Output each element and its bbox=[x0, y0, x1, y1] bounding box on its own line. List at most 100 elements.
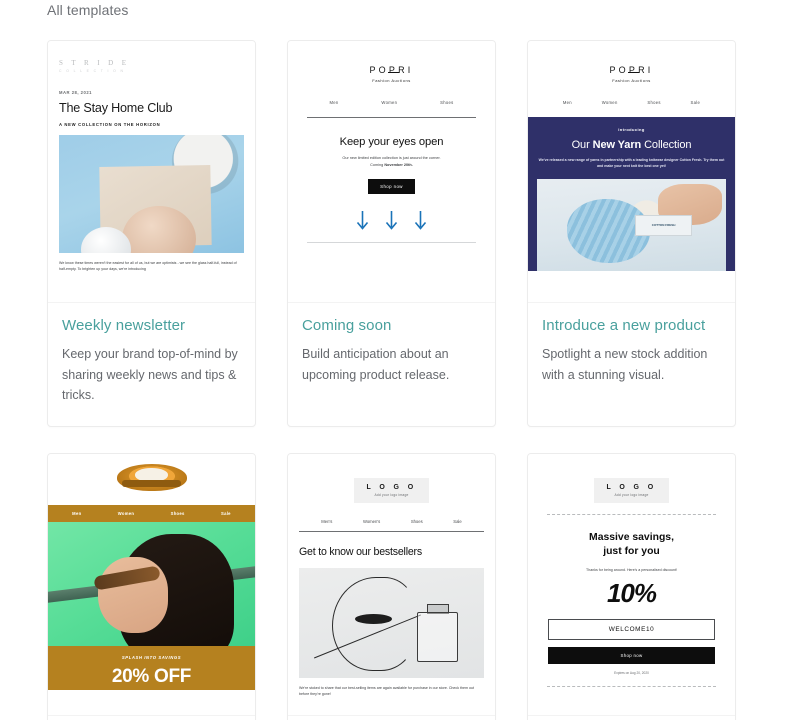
email-hero-image: COTTON FRESH bbox=[537, 178, 726, 271]
yarn-label: COTTON FRESH bbox=[635, 215, 692, 236]
divider bbox=[307, 117, 476, 118]
template-meta: Offer a discount code bbox=[528, 716, 735, 720]
email-nav-item: Women bbox=[117, 510, 135, 516]
arrow-down-icon bbox=[414, 211, 427, 230]
template-preview[interactable]: L O G O Add your logo image Men's Women'… bbox=[288, 453, 495, 716]
arrow-down-icon bbox=[356, 211, 369, 230]
template-title[interactable]: Coming soon bbox=[302, 317, 481, 334]
template-card-showcase-best-sellers[interactable]: L O G O Add your logo image Men's Women'… bbox=[287, 452, 496, 720]
email-paragraph: We're stoked to share that our best-sell… bbox=[299, 685, 475, 697]
email-body: POPRI Fashion Auctions Men Women Shoes S… bbox=[528, 41, 735, 105]
email-nav-item: Sale bbox=[221, 510, 231, 516]
email-hero-banner: Introducing Our New Yarn Collection We'v… bbox=[528, 117, 735, 271]
email-kicker: A NEW COLLECTION ON THE HORIZON bbox=[59, 122, 161, 127]
arrow-group bbox=[299, 210, 484, 230]
brand-logo bbox=[48, 454, 255, 505]
banner-kicker: Introducing bbox=[618, 127, 645, 132]
discount-code-box: WELCOME10 bbox=[548, 618, 715, 640]
email-headline: Get to know our bestsellers bbox=[299, 545, 422, 558]
banner-discount: 20% OFF bbox=[111, 665, 192, 687]
email-hero-image bbox=[299, 567, 484, 678]
template-preview[interactable]: POPRI Fashion Auctions Men Women Shoes K… bbox=[288, 41, 495, 303]
banner-paragraph: We've released a new range of yarns in p… bbox=[538, 158, 725, 169]
brand-logo: POPRI bbox=[369, 65, 414, 75]
email-hero-image bbox=[59, 135, 244, 253]
email-nav: Men Women Shoes Sale bbox=[48, 504, 255, 522]
email-nav-item: Women bbox=[601, 100, 618, 105]
template-preview[interactable]: S T R I D E C O L L E C T I O N MAR 28, … bbox=[48, 41, 255, 303]
template-card-weekly-newsletter[interactable]: S T R I D E C O L L E C T I O N MAR 28, … bbox=[47, 40, 256, 427]
template-title[interactable]: Introduce a new product bbox=[542, 317, 721, 334]
template-description: Keep your brand top-of-mind by sharing w… bbox=[62, 347, 238, 403]
brand-logo-sub: Fashion Auctions bbox=[612, 78, 651, 83]
template-card-coming-soon[interactable]: POPRI Fashion Auctions Men Women Shoes K… bbox=[287, 40, 496, 427]
template-preview[interactable]: Men Women Shoes Sale SPLASH INTO SAVINGS… bbox=[48, 453, 255, 716]
template-description: Build anticipation about an upcoming pro… bbox=[302, 347, 450, 382]
email-headline: The Stay Home Club bbox=[59, 101, 173, 115]
email-cta-button: Shop now bbox=[548, 646, 715, 664]
page-title: All templates bbox=[47, 2, 129, 18]
logo-placeholder: L O G O Add your logo image bbox=[354, 477, 429, 503]
email-paragraph: We know these times weren't the easiest … bbox=[59, 261, 237, 272]
template-meta: Coming soon Build anticipation about an … bbox=[288, 303, 495, 405]
email-nav-item: Shoes bbox=[647, 100, 661, 105]
email-nav-item: Sale bbox=[690, 100, 701, 105]
email-nav-item: Sale bbox=[453, 518, 462, 524]
email-body: L O G O Add your logo image Massive savi… bbox=[528, 454, 735, 697]
template-meta: Showcase best sellers bbox=[288, 716, 495, 720]
email-nav: Men Women Shoes bbox=[299, 100, 484, 105]
email-paragraph: Our new limited edition collection is ju… bbox=[342, 156, 441, 168]
big-papa-logo-icon bbox=[116, 463, 187, 491]
email-paragraph: Thanks for being around. Here's a person… bbox=[586, 567, 677, 572]
logo-placeholder-hint: Add your logo image bbox=[614, 492, 649, 497]
brand-logo: POPRI bbox=[609, 65, 654, 75]
email-discount-value: 10% bbox=[606, 577, 657, 608]
expiry-text: Expires on Aug 20, 2020 bbox=[614, 670, 649, 675]
template-preview[interactable]: POPRI Fashion Auctions Men Women Shoes S… bbox=[528, 41, 735, 303]
email-nav-item: Shoes bbox=[410, 518, 423, 524]
template-card-introduce-a-new-product[interactable]: POPRI Fashion Auctions Men Women Shoes S… bbox=[527, 40, 736, 427]
divider bbox=[307, 242, 476, 244]
email-body: POPRI Fashion Auctions Men Women Shoes K… bbox=[288, 41, 495, 253]
email-sale-banner: SPLASH INTO SAVINGS 20% OFF bbox=[48, 645, 255, 690]
email-date: MAR 28, 2021 bbox=[59, 90, 92, 95]
brand-logo-sub: C O L L E C T I O N bbox=[59, 69, 125, 73]
template-grid: S T R I D E C O L L E C T I O N MAR 28, … bbox=[47, 40, 747, 720]
brand-logo-sub: Fashion Auctions bbox=[372, 78, 411, 83]
email-nav-item: Shoes bbox=[440, 100, 454, 105]
email-headline: Massive savings, just for you bbox=[589, 531, 674, 557]
logo-placeholder: L O G O Add your logo image bbox=[594, 477, 669, 503]
arrow-down-icon bbox=[385, 211, 398, 230]
email-nav-item: Shoes bbox=[170, 510, 185, 516]
email-nav: Men's Women's Shoes Sale bbox=[299, 519, 484, 524]
template-preview[interactable]: L O G O Add your logo image Massive savi… bbox=[528, 453, 735, 716]
banner-kicker: SPLASH INTO SAVINGS bbox=[121, 654, 182, 660]
template-meta: Weekly newsletter Keep your brand top-of… bbox=[48, 303, 255, 426]
email-cta-button: Shop now bbox=[368, 179, 415, 195]
template-card-announce-a-sale[interactable]: Men Women Shoes Sale SPLASH INTO SAVINGS… bbox=[47, 452, 256, 720]
divider bbox=[547, 685, 716, 687]
divider bbox=[299, 530, 484, 532]
template-description: Spotlight a new stock addition with a st… bbox=[542, 347, 708, 382]
email-body: S T R I D E C O L L E C T I O N MAR 28, … bbox=[48, 41, 255, 283]
email-nav-item: Women's bbox=[362, 518, 381, 524]
email-body: L O G O Add your logo image Men's Women'… bbox=[288, 454, 495, 708]
email-hero-image bbox=[48, 521, 255, 646]
template-meta: Announce a sale bbox=[48, 716, 255, 720]
email-nav-item: Women bbox=[381, 100, 398, 105]
brand-logo-mark: P bbox=[627, 65, 640, 75]
template-meta: Introduce a new product Spotlight a new … bbox=[528, 303, 735, 405]
logo-placeholder-text: L O G O bbox=[606, 483, 657, 491]
templates-page: All templates S T R I D E C O L L E C T … bbox=[0, 0, 785, 720]
brand-logo: S T R I D E bbox=[59, 59, 130, 67]
template-title[interactable]: Weekly newsletter bbox=[62, 317, 241, 334]
email-nav-item: Men bbox=[72, 510, 82, 516]
brand-logo-mark: P bbox=[387, 65, 400, 75]
email-nav-item: Men's bbox=[321, 518, 333, 524]
template-card-offer-a-discount-code[interactable]: L O G O Add your logo image Massive savi… bbox=[527, 452, 736, 720]
divider bbox=[547, 513, 716, 515]
email-nav: Men Women Shoes Sale bbox=[539, 100, 724, 105]
email-nav-item: Men bbox=[562, 100, 572, 105]
logo-placeholder-hint: Add your logo image bbox=[374, 492, 409, 497]
email-nav-item: Men bbox=[329, 100, 339, 105]
